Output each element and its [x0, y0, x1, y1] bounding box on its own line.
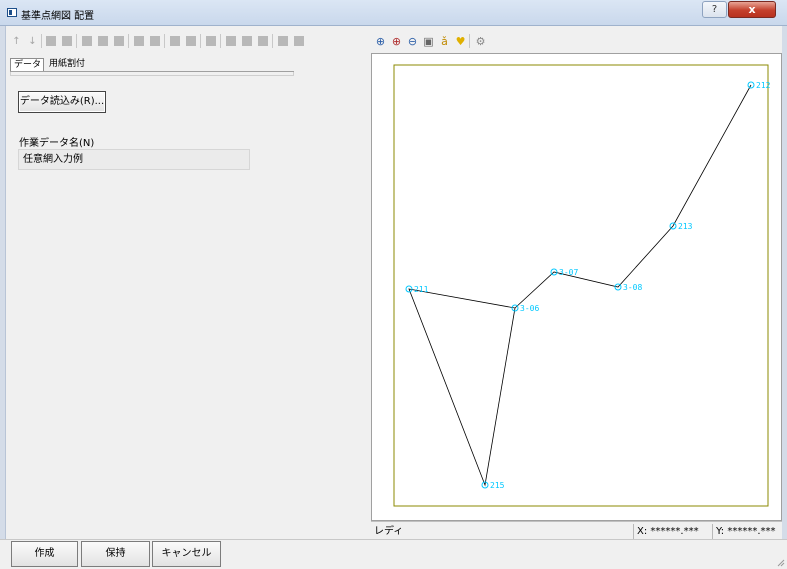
survey-point[interactable]: 215: [481, 481, 505, 490]
network-diagram: 212 213 3-07 3-08 211 3-06 215: [393, 64, 771, 507]
arrow-right-icon[interactable]: [150, 36, 160, 46]
move-up-icon[interactable]: ↑: [11, 36, 22, 47]
app-icon: [7, 8, 17, 17]
toolbar-separator: [272, 34, 273, 48]
grid-icon[interactable]: [206, 36, 216, 46]
toolbar-separator: [128, 34, 129, 48]
copy-icon[interactable]: [82, 36, 92, 46]
flow-icon[interactable]: [134, 36, 144, 46]
x-coordinate: X: ******.***: [633, 524, 709, 539]
point-label: 212: [756, 81, 771, 90]
status-text: レディ: [374, 526, 404, 537]
point-label: 215: [490, 481, 505, 490]
toolbar-separator: [200, 34, 201, 48]
frame-icon[interactable]: ▣: [423, 36, 434, 47]
speaker-icon[interactable]: [170, 36, 180, 46]
sort-icon[interactable]: [258, 36, 268, 46]
help-button[interactable]: ?: [702, 1, 727, 18]
point-label: 3-07: [559, 268, 578, 277]
tab-panel: [10, 72, 294, 76]
toolbar-separator: [220, 34, 221, 48]
sheet-frame: [393, 64, 769, 507]
zoom-fit-icon[interactable]: ⊕: [375, 36, 386, 47]
y-coordinate: Y: ******.***: [712, 524, 782, 539]
toolbar-separator: [76, 34, 77, 48]
point-label: 213: [678, 222, 693, 231]
survey-point[interactable]: 213: [669, 222, 693, 231]
point-label: 3-06: [520, 304, 539, 313]
delete-point-icon[interactable]: [62, 36, 72, 46]
window-title: 基準点網図 配置: [21, 11, 95, 22]
work-data-field[interactable]: 任意網入力例: [18, 149, 250, 170]
status-bar: レディ X: ******.*** Y: ******.***: [371, 521, 782, 539]
gear-icon[interactable]: ⚙: [475, 36, 486, 47]
tab-paper-layout[interactable]: 用紙割付: [46, 58, 90, 72]
toolbar-separator: [41, 34, 42, 48]
merge-icon[interactable]: [242, 36, 252, 46]
move-down-icon[interactable]: ↓: [27, 36, 38, 47]
point-label: 3-08: [623, 283, 642, 292]
survey-point[interactable]: 3-08: [614, 283, 642, 292]
cancel-button[interactable]: キャンセル: [152, 541, 221, 567]
settings-icon[interactable]: [186, 36, 196, 46]
keep-button[interactable]: 保持: [81, 541, 150, 567]
create-button[interactable]: 作成: [11, 541, 78, 567]
read-data-button[interactable]: データ読込み(R)...: [18, 91, 106, 113]
map-toolbar: ⊕ ⊕ ⊖ ▣ ǎ ♥ ⚙: [370, 30, 782, 52]
text-icon[interactable]: ǎ: [439, 36, 450, 47]
zoom-in-icon[interactable]: ⊕: [391, 36, 402, 47]
bulb-icon[interactable]: ♥: [455, 36, 466, 47]
table-icon[interactable]: [114, 36, 124, 46]
branch-icon[interactable]: [226, 36, 236, 46]
map-canvas[interactable]: 212 213 3-07 3-08 211 3-06 215: [371, 53, 782, 521]
paste-icon[interactable]: [98, 36, 108, 46]
point-label: 211: [414, 285, 429, 294]
toolbar-separator: [164, 34, 165, 48]
split-icon[interactable]: [278, 36, 288, 46]
join-icon[interactable]: [294, 36, 304, 46]
toolbar-separator: [469, 34, 470, 48]
tab-data[interactable]: データ: [10, 58, 44, 72]
left-toolbar: ↑ ↓: [9, 28, 368, 56]
traverse-line: [408, 84, 752, 487]
window-right-border: [782, 26, 787, 539]
insert-point-icon[interactable]: [46, 36, 56, 46]
survey-point[interactable]: 3-06: [511, 304, 539, 313]
work-data-label: 作業データ名(N): [19, 138, 95, 149]
window-left-border: [0, 26, 6, 539]
zoom-out-icon[interactable]: ⊖: [407, 36, 418, 47]
resize-grip-icon[interactable]: [777, 559, 785, 567]
close-button[interactable]: x: [728, 1, 776, 18]
survey-point[interactable]: 212: [747, 81, 771, 90]
title-bar: 基準点網図 配置 ? x: [0, 0, 787, 26]
